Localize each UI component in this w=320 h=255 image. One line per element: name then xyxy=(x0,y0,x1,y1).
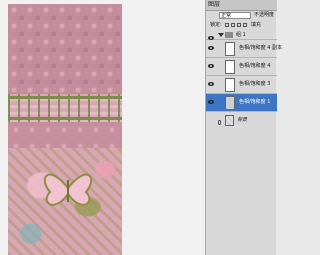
group-name: 组 1 xyxy=(236,32,246,38)
photoshop-window: 图层 正常 不透明度 锁定: 填充 组 1 色相/饱和度 4 副本 色相/饱和度… xyxy=(0,0,282,255)
layer-row-selected[interactable]: 色相/饱和度 1 xyxy=(206,94,277,112)
layer-thumbnail xyxy=(225,60,235,74)
eye-icon[interactable] xyxy=(208,82,214,86)
fill-label: 填充 xyxy=(251,22,262,28)
layer-name: 色相/饱和度 4 副本 xyxy=(239,45,283,51)
pattern-band-middle xyxy=(8,122,122,148)
pattern-border-band xyxy=(8,94,122,122)
folder-icon xyxy=(225,32,233,38)
layer-thumbnail xyxy=(225,42,235,56)
layer-thumbnail xyxy=(225,78,235,92)
layer-group-row[interactable]: 组 1 xyxy=(206,30,277,40)
eye-icon[interactable] xyxy=(208,46,214,50)
layer-name: 色相/饱和度 1 xyxy=(239,99,271,105)
layer-thumbnail xyxy=(225,96,235,110)
layer-row[interactable]: 色相/饱和度 4 xyxy=(206,58,277,76)
lock-position-icon[interactable] xyxy=(237,23,241,27)
blend-options-row: 正常 不透明度 xyxy=(206,10,277,21)
lock-label: 锁定: xyxy=(210,22,222,28)
layer-name: 色相/饱和度 4 xyxy=(239,63,271,69)
lock-all-icon[interactable] xyxy=(243,23,247,27)
layer-row[interactable]: 色相/饱和度 3 xyxy=(206,76,277,94)
background-layer-name: 背景 xyxy=(237,117,248,123)
opacity-label: 不透明度 xyxy=(254,12,275,18)
lock-transparency-icon[interactable] xyxy=(225,23,229,27)
blend-mode-select[interactable]: 正常 xyxy=(219,12,251,19)
canvas-area[interactable] xyxy=(0,0,205,255)
layer-name: 色相/饱和度 3 xyxy=(239,81,271,87)
lock-pixels-icon[interactable] xyxy=(231,23,235,27)
expand-triangle-icon[interactable] xyxy=(218,33,224,37)
document-image[interactable] xyxy=(8,4,122,255)
background-thumbnail xyxy=(225,115,234,126)
tab-layers[interactable]: 图层 xyxy=(208,1,220,9)
layers-panel: 图层 正常 不透明度 锁定: 填充 组 1 色相/饱和度 4 副本 色相/饱和度… xyxy=(205,0,282,255)
butterfly-motif xyxy=(43,173,93,206)
lock-options-row: 锁定: 填充 xyxy=(206,21,277,30)
link-icon xyxy=(218,120,221,125)
pattern-band-top xyxy=(8,4,122,94)
eye-icon[interactable] xyxy=(208,100,214,104)
layer-row[interactable]: 色相/饱和度 4 副本 xyxy=(206,40,282,58)
background-layer-row[interactable]: 背景 xyxy=(206,114,277,128)
eye-icon[interactable] xyxy=(208,64,214,68)
